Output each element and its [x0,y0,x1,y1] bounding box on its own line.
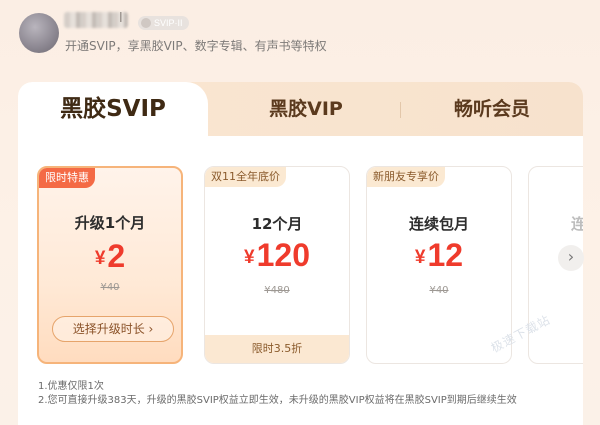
plan-price: ¥2 [39,238,181,275]
user-avatar[interactable] [19,13,59,53]
plan-price: ¥120 [205,237,349,274]
tab-black-vip[interactable]: 黑胶VIP [214,82,398,136]
chevron-right-icon[interactable]: › [558,245,584,271]
svip-level-badge: SVIP·II [138,16,189,30]
currency-symbol: ¥ [244,247,255,268]
tab-listen-member[interactable]: 畅听会员 [402,82,582,136]
plan-tag: 新朋友专享价 [367,167,445,187]
plan-card-12-months[interactable]: 双11全年底价 12个月 ¥120 ¥480 限时3.5折 [204,166,350,364]
note-item: 2.您可直接升级383天，升级的黑胶SVIP权益立即生效，未升级的黑胶VIP权益… [38,395,517,406]
select-upgrade-duration-button[interactable]: 选择升级时长 › [52,316,174,342]
plan-title: 升级1个月 [74,214,146,232]
membership-panel: 黑胶SVIP 黑胶VIP 畅听会员 限时特惠 升级1个月 ¥2 ¥40 选择升级… [18,82,583,425]
plan-title: 连续包月 [408,215,469,233]
plan-tag: 双11全年底价 [205,167,286,187]
original-price: ¥40 [100,282,120,293]
plan-title: 12个月 [251,215,303,233]
svip-badge-label: SVIP·II [154,18,183,28]
currency-symbol: ¥ [94,248,106,269]
plan-price: ¥12 [367,237,511,274]
plan-title: 连 [529,213,583,234]
tab-black-svip[interactable]: 黑胶SVIP [18,82,208,136]
plan-card-upgrade-1-month[interactable]: 限时特惠 升级1个月 ¥2 ¥40 选择升级时长 › [37,166,183,364]
plan-tag: 限时特惠 [39,168,95,188]
price-amount: 120 [256,237,310,273]
price-amount: 12 [427,237,464,273]
tab-divider [400,102,401,118]
discount-footer: 限时3.5折 [205,335,349,363]
currency-symbol: ¥ [414,247,426,268]
membership-subtitle: 开通SVIP，享黑胶VIP、数字专辑、有声书等特权 [65,39,327,53]
notes: 1.优惠仅限1次 2.您可直接升级383天，升级的黑胶SVIP权益立即生效，未升… [38,380,578,408]
plan-card-monthly-auto[interactable]: 新朋友专享价 连续包月 ¥12 ¥40 [366,166,512,364]
price-amount: 2 [107,238,126,274]
username-suffix: l [119,11,123,26]
svip-badge-icon [141,18,151,28]
original-price: ¥40 [429,285,449,296]
note-item: 1.优惠仅限1次 [38,381,104,392]
original-price: ¥480 [264,285,290,296]
